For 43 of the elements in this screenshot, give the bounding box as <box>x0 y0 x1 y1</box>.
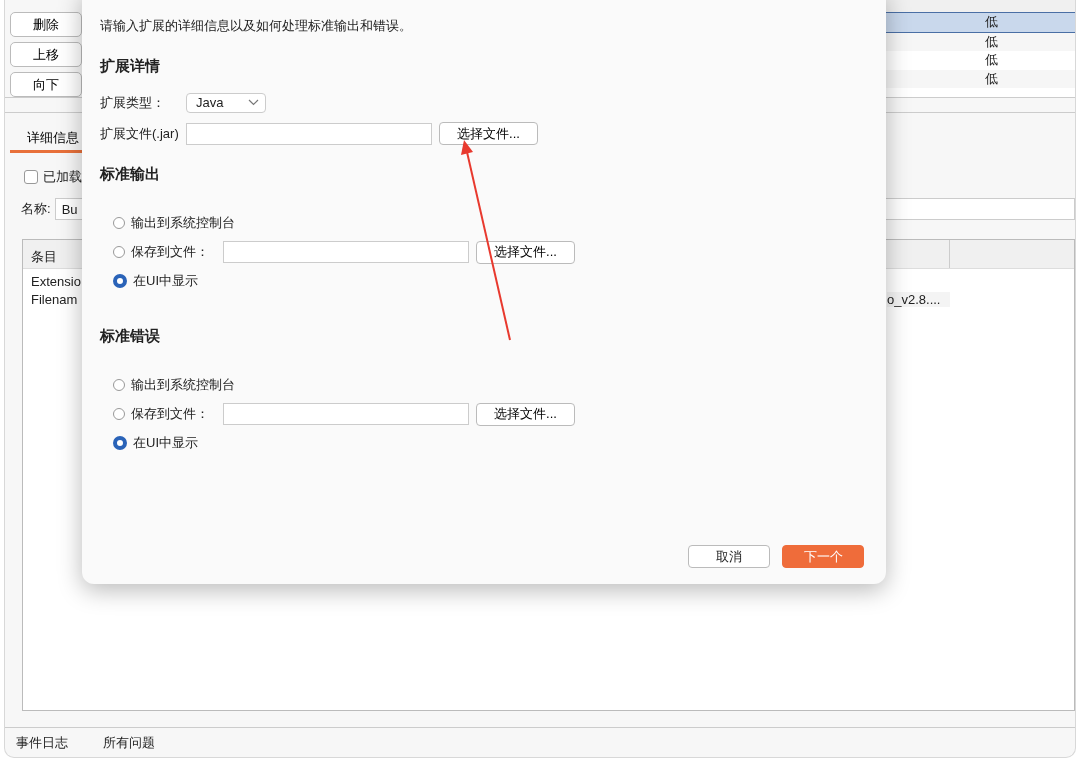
radio-label: 输出到系统控制台 <box>131 376 235 394</box>
checkbox[interactable] <box>24 170 38 184</box>
table-cell: Extensio <box>31 273 81 289</box>
dialog-instructions: 请输入扩展的详细信息以及如何处理标准输出和错误。 <box>100 17 413 35</box>
field-label: 扩展文件(.jar) <box>100 124 180 143</box>
field-label: 扩展类型： <box>100 93 166 112</box>
file-path-field[interactable] <box>186 122 432 145</box>
choose-file-button[interactable]: 选择文件... <box>476 240 575 264</box>
choose-file-button[interactable]: 选择文件... <box>439 122 538 145</box>
radio-button[interactable] <box>113 436 127 450</box>
radio-label: 输出到系统控制台 <box>131 214 235 232</box>
file-path-field[interactable] <box>223 403 469 425</box>
chevron-down-icon <box>248 99 259 106</box>
cancel-button[interactable]: 取消 <box>688 545 770 568</box>
status-tab[interactable]: 所有问题 <box>103 733 155 752</box>
table-cell-text: 低 <box>984 69 999 88</box>
status-tab[interactable]: 事件日志 <box>16 733 68 752</box>
section-heading: 扩展详情 <box>100 57 161 76</box>
radio-label: 保存到文件： <box>131 405 210 423</box>
side-button[interactable]: 删除 <box>10 12 82 37</box>
checkbox-label: 已加载 <box>43 168 82 186</box>
table-cell-text: 低 <box>984 32 999 51</box>
type-dropdown[interactable]: Java <box>186 92 266 113</box>
side-button[interactable]: 上移 <box>10 42 82 67</box>
table-cell: Filenam <box>31 291 78 307</box>
table-cell: o_v2.8.... <box>887 291 950 307</box>
radio-button[interactable] <box>113 274 127 288</box>
radio-label: 在UI中显示 <box>133 272 199 290</box>
radio-button[interactable] <box>113 246 125 258</box>
table-cell-text: 低 <box>984 51 999 70</box>
radio-button[interactable] <box>113 408 125 420</box>
choose-file-button[interactable]: 选择文件... <box>476 402 575 426</box>
file-path-field[interactable] <box>223 241 469 263</box>
field-label: 名称: <box>21 200 51 218</box>
side-button[interactable]: 向下 <box>10 72 82 97</box>
radio-label: 在UI中显示 <box>133 434 199 452</box>
section-heading: 标准错误 <box>100 327 161 346</box>
section-heading: 标准输出 <box>100 165 161 184</box>
radio-button[interactable] <box>113 379 125 391</box>
radio-button[interactable] <box>113 217 125 229</box>
column-header: 条目 <box>30 248 57 266</box>
table-cell-text: 低 <box>984 13 999 32</box>
radio-label: 保存到文件： <box>131 243 210 261</box>
